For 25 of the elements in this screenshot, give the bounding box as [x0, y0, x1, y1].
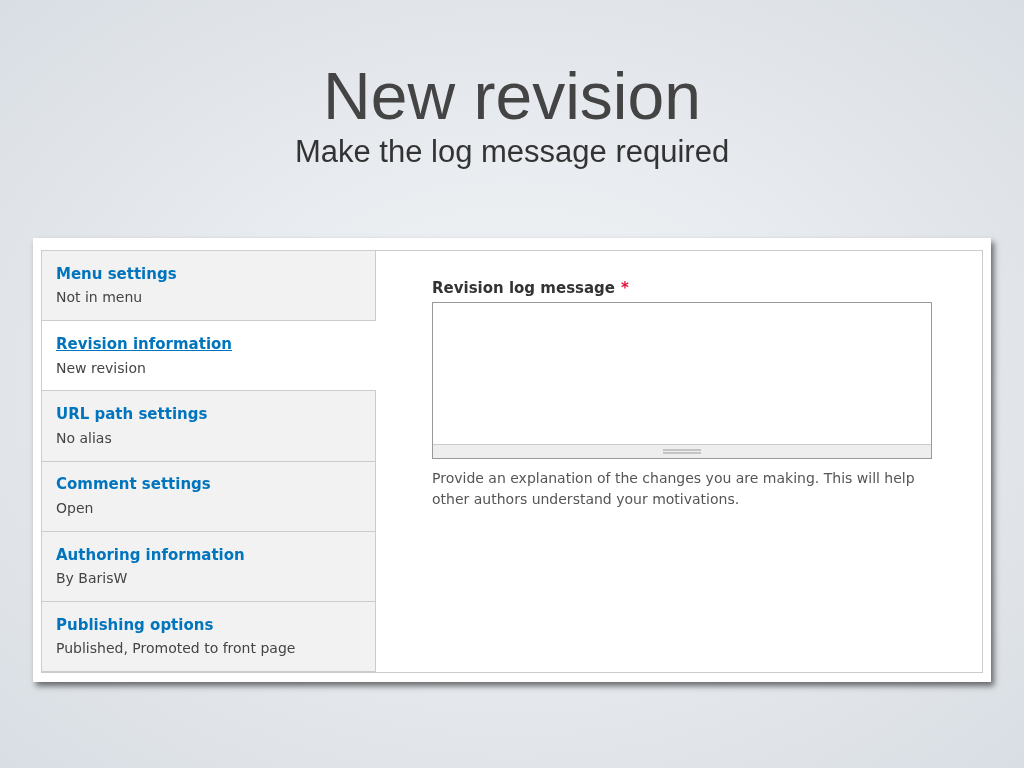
- tab-summary: New revision: [56, 358, 146, 378]
- field-label: Revision log message: [432, 278, 616, 299]
- vertical-tab[interactable]: Menu settings Not in menu: [42, 251, 376, 322]
- required-marker: *: [621, 278, 629, 299]
- slide-title: New revision: [323, 58, 701, 134]
- vertical-tab[interactable]: Comment settings Open: [42, 461, 376, 532]
- tab-summary: Open: [56, 498, 94, 518]
- vertical-tab[interactable]: Publishing options Published, Promoted to front page: [42, 601, 376, 673]
- tab-summary: Not in menu: [56, 288, 143, 308]
- vertical-tab[interactable]: Authoring information By BarisW: [42, 531, 376, 602]
- tab-title[interactable]: Authoring information: [56, 543, 245, 566]
- vertical-tab[interactable]: URL path settings No alias: [42, 391, 376, 462]
- tab-summary: By BarisW: [56, 569, 128, 588]
- tab-summary: No alias: [56, 428, 112, 448]
- tab-title[interactable]: Menu settings: [56, 262, 177, 286]
- tab-title[interactable]: Comment settings: [56, 473, 211, 496]
- grip-icon: [663, 448, 701, 454]
- slide-subtitle: Make the log message required: [294, 134, 730, 170]
- tab-title[interactable]: URL path settings: [56, 403, 208, 426]
- resize-grip[interactable]: [433, 443, 931, 458]
- tab-title[interactable]: Publishing options: [56, 613, 214, 637]
- tab-summary: Published, Promoted to front page: [56, 639, 296, 659]
- tab-title[interactable]: Revision information: [56, 333, 232, 356]
- field-description: Provide an explanation of the changes you are making. This will help other authors understand your motivations.: [432, 468, 916, 509]
- log-message-textarea[interactable]: [432, 301, 932, 459]
